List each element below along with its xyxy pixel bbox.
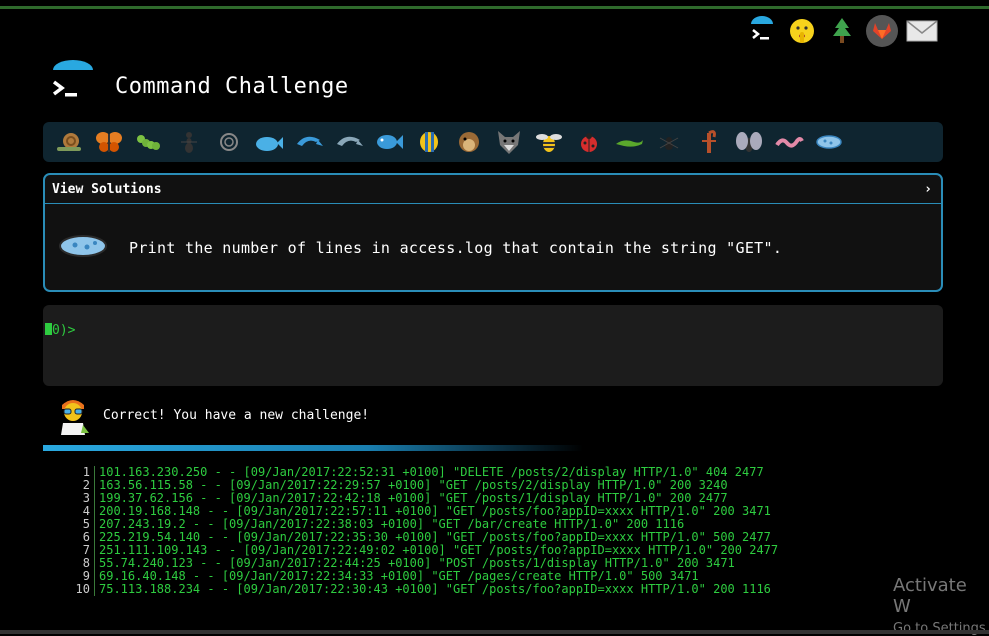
tropical-fish-icon[interactable] bbox=[411, 127, 446, 157]
microbe-icon[interactable] bbox=[811, 127, 846, 157]
spider-icon[interactable] bbox=[651, 127, 686, 157]
view-solutions-label: View Solutions bbox=[52, 181, 162, 197]
top-accent-line bbox=[0, 6, 989, 9]
logo-icon bbox=[50, 60, 96, 102]
command-output: 1 101.163.230.250 - - [09/Jan/2017:22:52:… bbox=[60, 466, 778, 596]
feedback-divider bbox=[43, 445, 583, 451]
feedback-message: Correct! You have a new challenge! bbox=[103, 408, 370, 423]
terminal-cursor bbox=[45, 323, 52, 335]
snail-icon[interactable] bbox=[51, 127, 86, 157]
ladybug-icon[interactable] bbox=[571, 127, 606, 157]
bottom-border bbox=[0, 630, 989, 634]
line-number: 10 bbox=[60, 583, 95, 596]
terminal-icon[interactable] bbox=[745, 14, 779, 48]
chevron-right-icon: › bbox=[924, 181, 932, 197]
scientist-avatar-icon bbox=[53, 395, 93, 435]
terminal-prompt: 0)> bbox=[52, 323, 76, 338]
challenge-panel: View Solutions › Print the number of lin… bbox=[43, 173, 943, 292]
puffer-fish-icon[interactable] bbox=[451, 127, 486, 157]
lizard-icon[interactable] bbox=[611, 127, 646, 157]
top-icon-bar bbox=[745, 14, 939, 48]
scorpion-icon[interactable] bbox=[691, 127, 726, 157]
mail-icon[interactable] bbox=[905, 14, 939, 48]
wolf-icon[interactable] bbox=[491, 127, 526, 157]
fly-icon[interactable] bbox=[731, 127, 766, 157]
line-text: 75.113.188.234 - - [09/Jan/2017:22:30:43… bbox=[99, 582, 771, 596]
watermark-line-1: Activate W bbox=[893, 575, 967, 617]
challenge-description: Print the number of lines in access.log … bbox=[129, 238, 783, 257]
ant-icon[interactable] bbox=[171, 127, 206, 157]
shell-icon[interactable] bbox=[211, 127, 246, 157]
dolphin-icon[interactable] bbox=[291, 127, 326, 157]
caterpillar-icon[interactable] bbox=[131, 127, 166, 157]
activate-windows-watermark: Activate W Go to Settings bbox=[893, 575, 989, 636]
gitlab-icon[interactable] bbox=[865, 14, 899, 48]
tree-icon[interactable] bbox=[825, 14, 859, 48]
output-line: 10 75.113.188.234 - - [09/Jan/2017:22:30:… bbox=[60, 583, 778, 596]
worm-icon[interactable] bbox=[771, 127, 806, 157]
microbe-icon bbox=[57, 232, 109, 264]
terminal-input[interactable]: 0)> bbox=[43, 305, 943, 386]
view-solutions-toggle[interactable]: View Solutions › bbox=[45, 175, 941, 204]
shush-emoji-icon[interactable] bbox=[785, 14, 819, 48]
dolphin-icon[interactable] bbox=[331, 127, 366, 157]
challenge-creature-bar bbox=[43, 122, 943, 162]
whale-icon[interactable] bbox=[251, 127, 286, 157]
bee-icon[interactable] bbox=[531, 127, 566, 157]
butterfly-icon[interactable] bbox=[91, 127, 126, 157]
fish-icon[interactable] bbox=[371, 127, 406, 157]
page-title: Command Challenge bbox=[115, 74, 349, 99]
